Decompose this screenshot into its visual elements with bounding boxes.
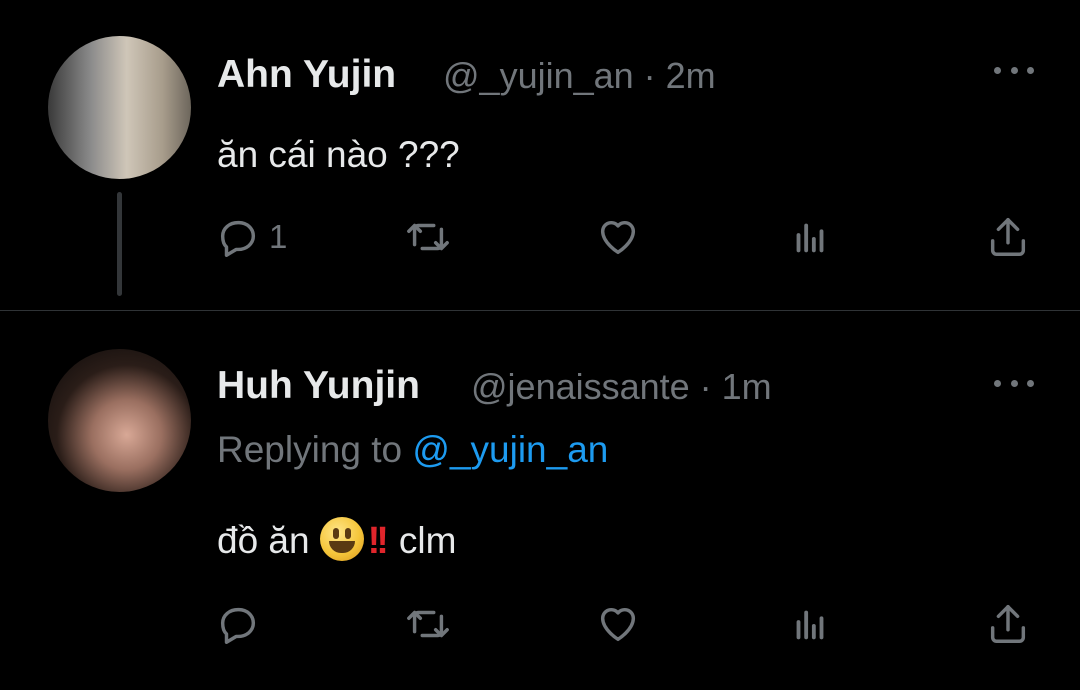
reply-button[interactable] <box>215 601 269 647</box>
reply-button[interactable]: 1 <box>215 214 287 260</box>
views-button[interactable] <box>787 601 833 647</box>
tweet-meta: @_yujin_an · 2m <box>443 55 716 96</box>
like-button[interactable] <box>595 601 641 647</box>
share-icon <box>990 605 1026 643</box>
like-button[interactable] <box>595 214 641 260</box>
views-button[interactable] <box>787 214 833 260</box>
replying-to: Replying to @_yujin_an <box>217 429 608 471</box>
more-icon[interactable] <box>994 64 1034 76</box>
share-button[interactable] <box>985 214 1031 260</box>
tweet-meta: @jenaissante · 1m <box>471 366 772 407</box>
tweet[interactable]: Ahn Yujin @_yujin_an · 2m ăn cái nào ???… <box>0 0 1080 310</box>
reply-count: 1 <box>269 218 288 255</box>
like-icon <box>600 607 636 642</box>
double-exclamation-emoji-icon: !! <box>367 520 389 562</box>
tweet-text-end: clm <box>398 520 457 561</box>
reply-icon <box>220 607 256 644</box>
avatar[interactable] <box>48 36 191 179</box>
display-name[interactable]: Ahn Yujin <box>217 53 396 97</box>
tweet-text-start: đồ ăn <box>217 520 310 561</box>
retweet-icon <box>407 610 449 638</box>
more-icon[interactable] <box>994 377 1034 389</box>
replying-to-handle[interactable]: @_yujin_an <box>412 429 608 470</box>
action-bar <box>0 601 1080 651</box>
display-name[interactable]: Huh Yunjin <box>217 364 420 408</box>
tweet-text: ăn cái nào ??? <box>217 134 460 175</box>
share-button[interactable] <box>985 601 1031 647</box>
retweet-icon <box>407 223 449 251</box>
retweet-button[interactable] <box>405 214 451 260</box>
action-bar: 1 <box>0 214 1080 264</box>
reply-icon <box>220 220 256 257</box>
views-icon <box>796 610 824 640</box>
smiley-emoji-icon <box>319 517 364 561</box>
retweet-button[interactable] <box>405 601 451 647</box>
tweet-text: đồ ăn!! clm <box>217 517 456 563</box>
views-icon <box>796 223 824 253</box>
like-icon <box>600 220 636 255</box>
replying-to-label: Replying to <box>217 429 403 470</box>
tweet[interactable]: Huh Yunjin @jenaissante · 1m Replying to… <box>0 311 1080 690</box>
avatar[interactable] <box>48 349 191 492</box>
share-icon <box>990 218 1026 256</box>
